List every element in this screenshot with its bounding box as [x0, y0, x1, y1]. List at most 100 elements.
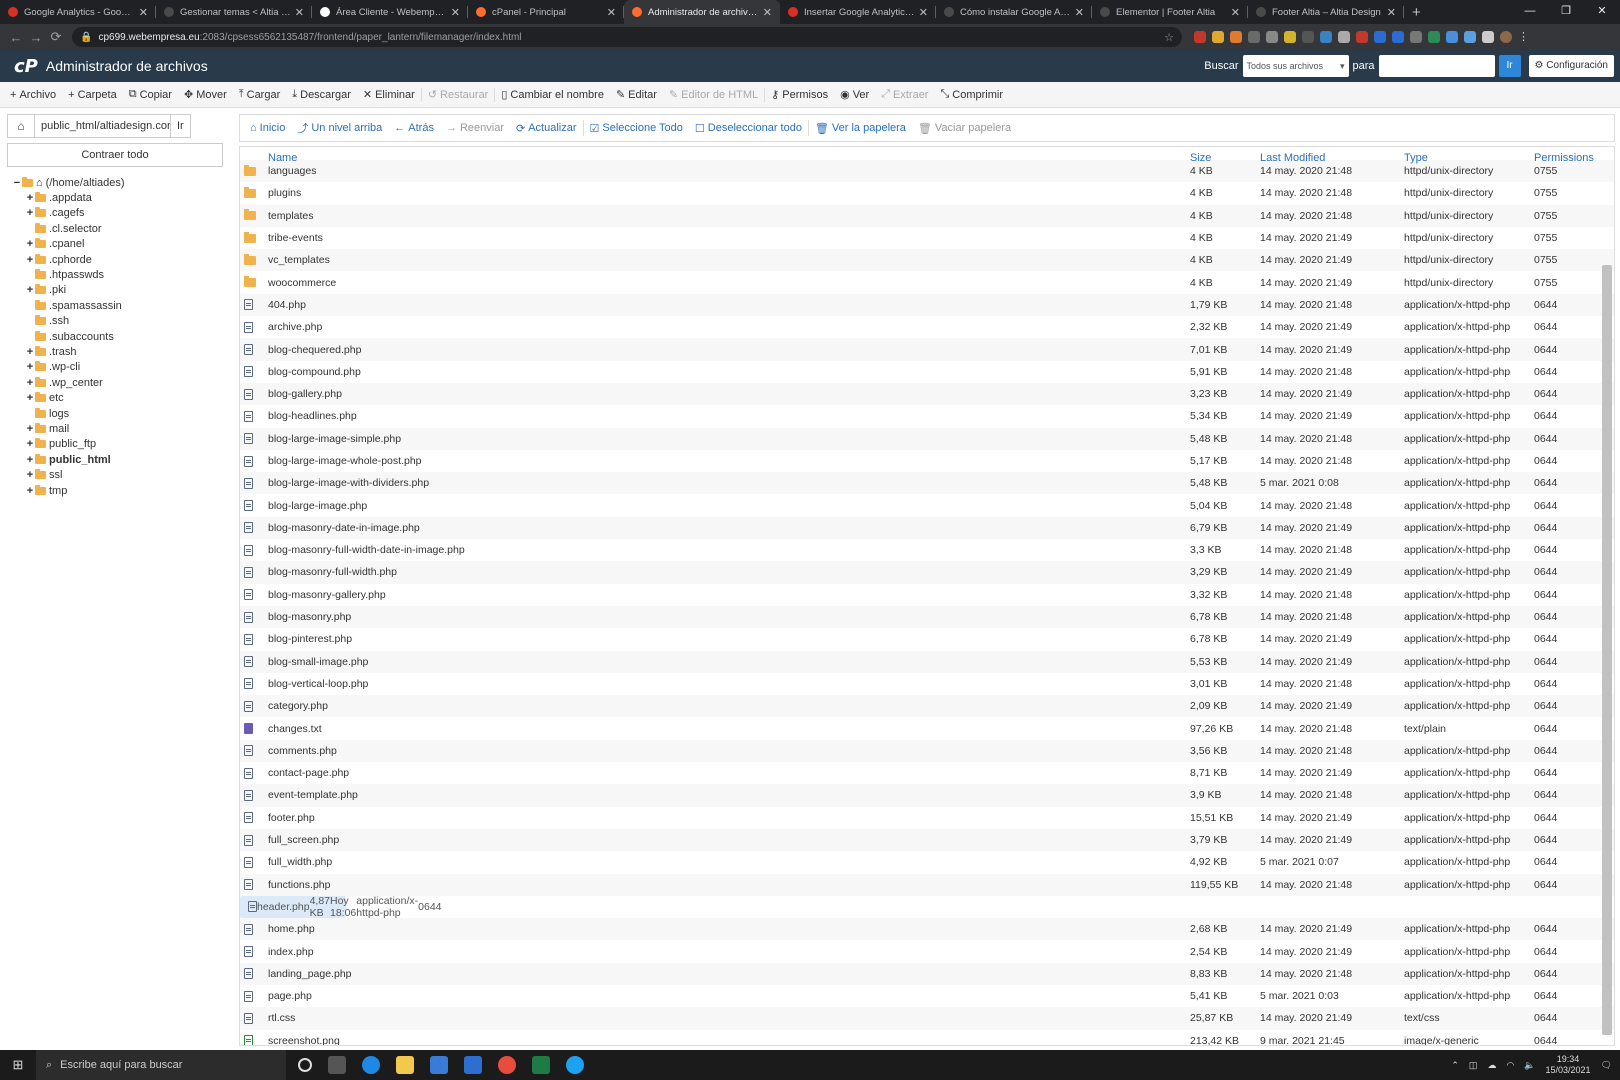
file-name[interactable]: blog-masonry-full-width.php — [268, 566, 1190, 578]
table-row[interactable]: blog-large-image-with-dividers.php 5,48 … — [240, 472, 1614, 495]
new-tab-button[interactable]: + — [1404, 0, 1429, 24]
table-row[interactable]: full_width.php 4,92 KB 5 mar. 2021 0:07 … — [240, 851, 1614, 873]
file-name[interactable]: blog-headlines.php — [268, 410, 1190, 422]
toolbar-eliminar-button[interactable]: ✕ Eliminar — [357, 88, 421, 102]
table-row[interactable]: landing_page.php 8,83 KB 14 may. 2020 21… — [240, 962, 1614, 985]
table-row[interactable]: tribe-events 4 KB 14 may. 2020 21:49 htt… — [240, 227, 1614, 249]
tree-item[interactable]: + public_ftp — [12, 437, 232, 452]
forward-icon[interactable]: → — [26, 30, 46, 45]
file-name[interactable]: page.php — [268, 990, 1190, 1002]
close-tab-icon[interactable]: ✕ — [763, 6, 772, 19]
file-name[interactable]: blog-gallery.php — [268, 388, 1190, 400]
extension-icon[interactable] — [1392, 31, 1404, 43]
action-deseleccionar-todo-button[interactable]: ☐ Deseleccionar todo — [689, 122, 808, 135]
expand-icon[interactable]: + — [25, 254, 35, 266]
table-row[interactable]: plugins 4 KB 14 may. 2020 21:48 httpd/un… — [240, 182, 1614, 204]
table-row[interactable]: blog-masonry-date-in-image.php 6,79 KB 1… — [240, 516, 1614, 540]
extension-icon[interactable] — [1248, 31, 1260, 43]
collapse-icon[interactable]: − — [12, 177, 22, 189]
close-tab-icon[interactable]: ✕ — [1387, 6, 1396, 19]
extension-icon[interactable] — [1266, 31, 1278, 43]
url-field[interactable]: 🔒 cp699.webempresa.eu :2083/cpsess656213… — [72, 27, 1182, 47]
toolbar-cargar-button[interactable]: ⤒ Cargar — [233, 88, 287, 101]
taskbar-search[interactable]: ⌕ Escribe aquí para buscar — [36, 1050, 286, 1080]
expand-icon[interactable]: + — [25, 392, 35, 404]
close-tab-icon[interactable]: ✕ — [1231, 6, 1240, 19]
cpanel-logo[interactable]: cP — [14, 56, 38, 77]
file-name[interactable]: archive.php — [268, 321, 1190, 333]
file-name[interactable]: home.php — [268, 923, 1190, 935]
tree-item[interactable]: .cl.selector — [12, 221, 232, 236]
close-tab-icon[interactable]: ✕ — [919, 6, 928, 19]
browser-tab[interactable]: Footer Altia – Altia Design ✕ — [1248, 0, 1404, 24]
file-name[interactable]: event-template.php — [268, 789, 1190, 801]
toolbar-ver-button[interactable]: ◉ Ver — [834, 88, 875, 102]
tree-item[interactable]: + .wp-cli — [12, 360, 232, 375]
toolbar-archivo-button[interactable]: + Archivo — [4, 89, 62, 101]
expand-icon[interactable]: + — [25, 361, 35, 373]
table-row[interactable]: blog-large-image.php 5,04 KB 14 may. 202… — [240, 494, 1614, 516]
table-row[interactable]: 404.php 1,79 KB 14 may. 2020 21:48 appli… — [240, 293, 1614, 317]
tree-item[interactable]: + .cpanel — [12, 237, 232, 252]
close-tab-icon[interactable]: ✕ — [139, 6, 148, 19]
extension-icon[interactable] — [1194, 31, 1206, 43]
scrollbar[interactable] — [1602, 265, 1612, 1035]
mail-icon[interactable] — [464, 1056, 482, 1074]
table-row[interactable]: vc_templates 4 KB 14 may. 2020 21:49 htt… — [240, 249, 1614, 272]
windows-start-icon[interactable]: ⊞ — [0, 1057, 36, 1073]
file-name[interactable]: blog-masonry-date-in-image.php — [268, 522, 1190, 534]
file-name[interactable]: comments.php — [268, 745, 1190, 757]
search-scope-select[interactable]: Todos sus archivos ▾ — [1242, 55, 1349, 77]
close-tab-icon[interactable]: ✕ — [295, 6, 304, 19]
action-atrás-button[interactable]: ← Atrás — [388, 122, 440, 134]
file-name[interactable]: 404.php — [268, 299, 1190, 311]
expand-icon[interactable]: + — [25, 377, 35, 389]
expand-icon[interactable]: + — [25, 423, 35, 435]
expand-icon[interactable]: + — [25, 438, 35, 450]
table-row[interactable]: comments.php 3,56 KB 14 may. 2020 21:48 … — [240, 739, 1614, 763]
wifi-icon[interactable]: ◠ — [1506, 1060, 1514, 1071]
table-row[interactable]: templates 4 KB 14 may. 2020 21:48 httpd/… — [240, 204, 1614, 227]
table-row[interactable]: blog-masonry-full-width-date-in-image.ph… — [240, 539, 1614, 561]
extension-icon[interactable] — [1302, 31, 1314, 43]
clock[interactable]: 19:34 15/03/2021 — [1546, 1054, 1591, 1076]
file-name[interactable]: blog-vertical-loop.php — [268, 678, 1190, 690]
table-row[interactable]: footer.php 15,51 KB 14 may. 2020 21:49 a… — [240, 807, 1614, 829]
table-row[interactable]: event-template.php 3,9 KB 14 may. 2020 2… — [240, 784, 1614, 807]
file-name[interactable]: languages — [268, 165, 1190, 177]
column-permissions[interactable]: Permissions — [1534, 152, 1594, 164]
table-row[interactable]: blog-masonry-gallery.php 3,32 KB 14 may.… — [240, 584, 1614, 606]
close-tab-icon[interactable]: ✕ — [451, 6, 460, 19]
toolbar-copiar-button[interactable]: ⧉ Copiar — [123, 88, 178, 101]
file-name[interactable]: woocommerce — [268, 277, 1190, 289]
tree-item[interactable]: + etc — [12, 390, 232, 405]
tree-item[interactable]: + .pki — [12, 283, 232, 298]
excel-icon[interactable] — [532, 1056, 550, 1074]
table-row[interactable]: blog-chequered.php 7,01 KB 14 may. 2020 … — [240, 338, 1614, 361]
edge-icon[interactable] — [362, 1056, 380, 1074]
expand-icon[interactable]: + — [25, 284, 35, 296]
onedrive-icon[interactable]: ☁ — [1487, 1060, 1496, 1071]
column-size[interactable]: Size — [1190, 152, 1260, 164]
table-row[interactable]: blog-vertical-loop.php 3,01 KB 14 may. 2… — [240, 673, 1614, 695]
action-ver-la-papelera-button[interactable]: 🗑 Ver la papelera — [809, 122, 912, 135]
minimize-icon[interactable]: — — [1512, 0, 1548, 24]
extension-icon[interactable] — [1338, 31, 1350, 43]
file-name[interactable]: footer.php — [268, 812, 1190, 824]
table-row[interactable]: changes.txt 97,26 KB 14 may. 2020 21:48 … — [240, 717, 1614, 739]
toolbar-editar-button[interactable]: ✎ Editar — [610, 88, 663, 102]
file-name[interactable]: blog-large-image-with-dividers.php — [268, 477, 1190, 489]
file-name[interactable]: contact-page.php — [268, 767, 1190, 779]
extension-icon[interactable] — [1356, 31, 1368, 43]
expand-icon[interactable]: + — [25, 454, 35, 466]
tree-item[interactable]: logs — [12, 406, 232, 421]
column-last-modified[interactable]: Last Modified — [1260, 152, 1404, 164]
collapse-all-button[interactable]: Contraer todo — [7, 143, 223, 167]
table-row[interactable]: rtl.css 25,87 KB 14 may. 2020 21:49 text… — [240, 1007, 1614, 1030]
tree-item[interactable]: + mail — [12, 421, 232, 436]
table-row[interactable]: blog-pinterest.php 6,78 KB 14 may. 2020 … — [240, 628, 1614, 650]
tree-item[interactable]: + .trash — [12, 344, 232, 359]
file-name[interactable]: blog-masonry.php — [268, 611, 1190, 623]
close-window-icon[interactable]: ✕ — [1584, 0, 1620, 24]
browser-tab[interactable]: Insertar Google Analytics con ✕ — [780, 0, 936, 24]
